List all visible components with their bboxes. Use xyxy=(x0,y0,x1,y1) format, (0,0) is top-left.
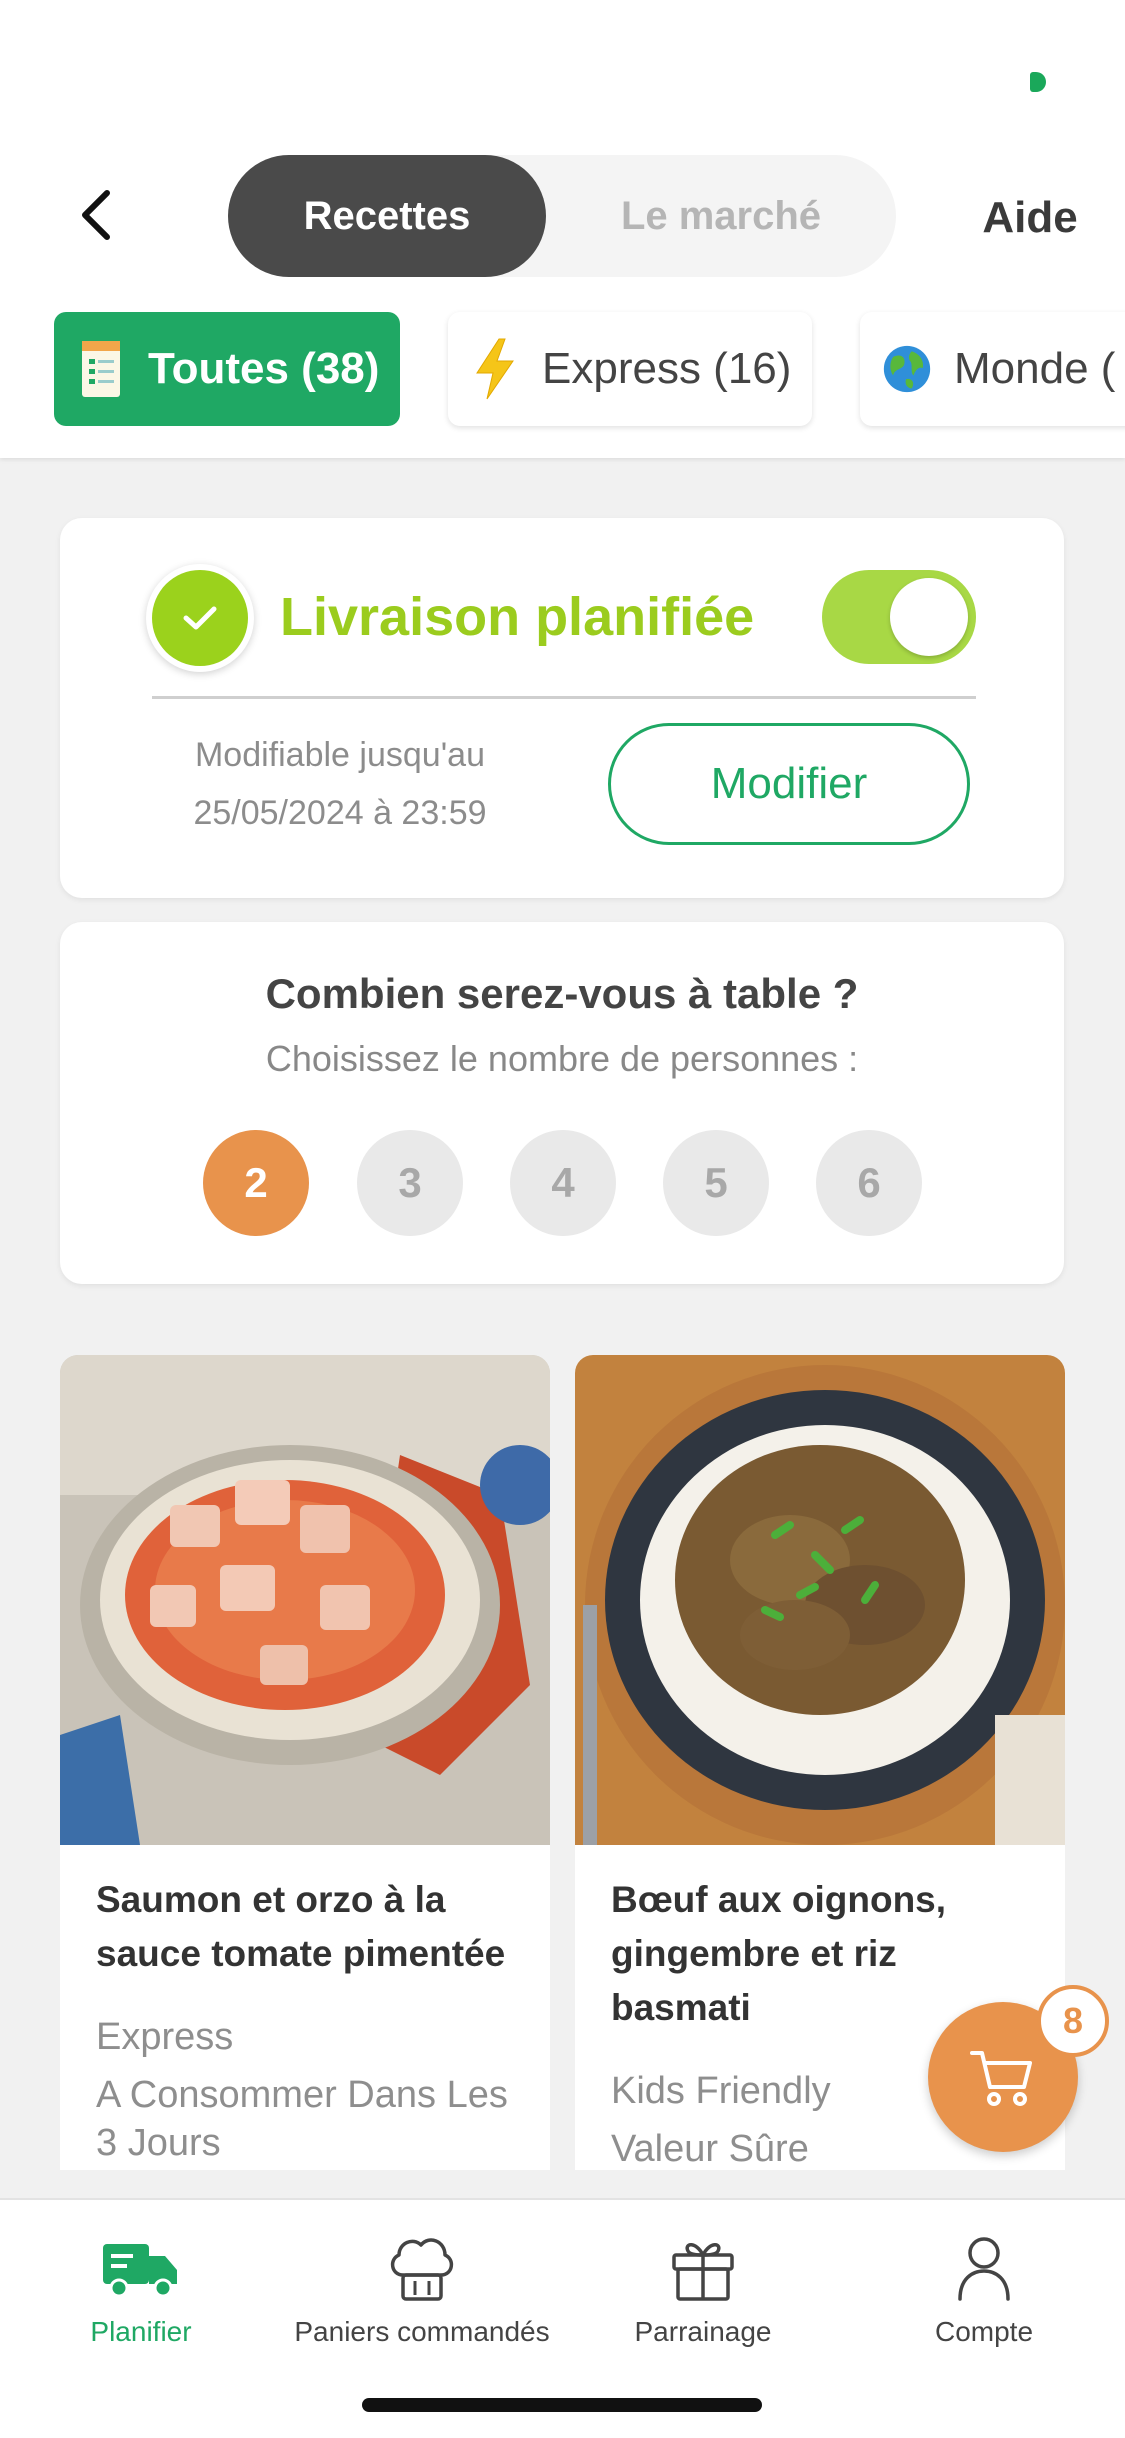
divider xyxy=(152,696,976,699)
segmented-tabs: Recettes Le marché xyxy=(228,155,896,277)
globe-icon xyxy=(882,339,932,399)
nav-item-planifier[interactable]: Planifier xyxy=(0,2200,282,2370)
filter-chip-label: Monde ( xyxy=(954,344,1116,393)
nav-label: Paniers commandés xyxy=(294,2316,550,2347)
cart-icon xyxy=(970,2051,1032,2106)
recipe-list-icon xyxy=(76,339,126,399)
filter-chip-label: Toutes (38) xyxy=(148,344,380,393)
nav-item-paniers-commandes[interactable]: Paniers commandés xyxy=(281,2200,563,2370)
recipe-photo-beef-rice xyxy=(575,1355,1065,1845)
modifiable-date: 25/05/2024 à 23:59 xyxy=(193,794,487,832)
nav-label: Parrainage xyxy=(634,2316,772,2347)
people-count-card: Combien serez-vous à table ? Choisissez … xyxy=(60,922,1064,1284)
modifiable-until-text: Modifiable jusqu'au 25/05/2024 à 23:59 xyxy=(160,726,520,842)
top-header: Recettes Le marché Aide Toutes (38) Expr… xyxy=(0,0,1125,458)
delivery-title: Livraison planifiée xyxy=(280,587,755,647)
nav-label: Planifier xyxy=(90,2316,192,2347)
recipe-tag: Express xyxy=(96,2016,234,2058)
people-question: Combien serez-vous à table ? xyxy=(265,970,859,1017)
people-option-2[interactable]: 2 xyxy=(203,1130,309,1236)
person-icon xyxy=(843,2228,1125,2308)
modify-button[interactable]: Modifier xyxy=(608,723,970,845)
filter-chip-express[interactable]: Express (16) xyxy=(448,312,812,426)
chef-hat-icon xyxy=(281,2228,563,2308)
filter-chip-monde[interactable]: Monde ( xyxy=(860,312,1125,426)
people-option-4[interactable]: 4 xyxy=(510,1130,616,1236)
filter-chip-toutes[interactable]: Toutes (38) xyxy=(54,312,400,426)
check-circle-icon xyxy=(152,570,248,666)
people-option-3[interactable]: 3 xyxy=(357,1130,463,1236)
back-button[interactable] xyxy=(60,180,130,250)
home-indicator[interactable] xyxy=(362,2398,762,2412)
people-option-5[interactable]: 5 xyxy=(663,1130,769,1236)
gift-icon xyxy=(562,2228,844,2308)
delivery-toggle[interactable] xyxy=(822,570,976,664)
people-subtitle: Choisissez le nombre de personnes : xyxy=(265,1038,859,1079)
truck-icon xyxy=(0,2228,282,2308)
status-indicator-icon xyxy=(1030,72,1046,92)
chevron-left-icon xyxy=(82,190,110,240)
nav-item-parrainage[interactable]: Parrainage xyxy=(562,2200,844,2370)
people-option-6[interactable]: 6 xyxy=(816,1130,922,1236)
recipe-title: Saumon et orzo à la sauce tomate pimenté… xyxy=(96,1879,506,1974)
filter-chip-label: Express (16) xyxy=(542,344,792,393)
tab-recettes[interactable]: Recettes xyxy=(228,155,546,277)
tab-le-marche[interactable]: Le marché xyxy=(546,155,896,277)
nav-label: Compte xyxy=(934,2316,1034,2347)
nav-item-compte[interactable]: Compte xyxy=(843,2200,1125,2370)
lightning-icon xyxy=(470,338,520,400)
help-link[interactable]: Aide xyxy=(955,188,1105,248)
toggle-knob xyxy=(890,578,968,656)
delivery-card: Livraison planifiée Modifiable jusqu'au … xyxy=(60,518,1064,898)
recipe-tag: A Consommer Dans Les 3 Jours xyxy=(96,2074,508,2164)
recipe-photo-salmon-orzo xyxy=(60,1355,550,1845)
cart-count-badge: 8 xyxy=(1037,1985,1109,2057)
modifiable-line1: Modifiable jusqu'au xyxy=(194,736,485,774)
recipe-card[interactable]: Saumon et orzo à la sauce tomate pimenté… xyxy=(60,1355,550,2170)
